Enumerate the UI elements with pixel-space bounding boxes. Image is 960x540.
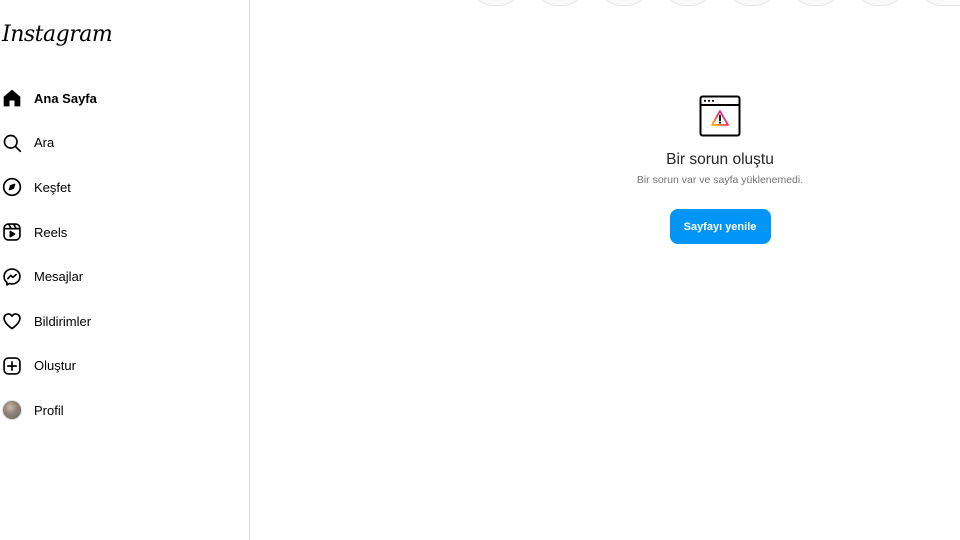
compass-icon xyxy=(1,176,23,198)
sidebar-item-home[interactable]: Ana Sayfa xyxy=(0,76,249,121)
reels-icon xyxy=(1,221,23,243)
error-subtitle: Bir sorun var ve sayfa yüklenemedi. xyxy=(636,174,804,186)
story-item[interactable] xyxy=(788,0,844,6)
avatar xyxy=(1,399,23,421)
error-title: Bir sorun oluştu xyxy=(666,151,774,168)
story-item[interactable] xyxy=(468,0,524,6)
sidebar-item-label: Ana Sayfa xyxy=(34,90,97,106)
sidebar-item-search[interactable]: Ara xyxy=(0,121,249,166)
sidebar-item-label: Ara xyxy=(34,135,55,151)
plus-square-icon xyxy=(1,355,23,377)
heart-icon xyxy=(1,310,23,332)
sidebar-nav: Ana Sayfa Ara Keşfet Reels Mesajlar Bild… xyxy=(0,76,249,433)
browser-warning-icon xyxy=(699,95,741,137)
sidebar-item-label: Keşfet xyxy=(34,179,71,195)
sidebar-item-profile[interactable]: Profil xyxy=(0,388,249,433)
profile-avatar xyxy=(2,400,22,421)
search-icon xyxy=(1,132,23,154)
sidebar-item-label: Bildirimler xyxy=(34,313,92,329)
story-item[interactable] xyxy=(916,0,960,6)
story-item[interactable] xyxy=(660,0,716,6)
home-icon xyxy=(1,87,23,109)
story-item[interactable] xyxy=(852,0,908,6)
error-panel: Bir sorun oluştu Bir sorun var ve sayfa … xyxy=(560,95,880,244)
sidebar-item-messages[interactable]: Mesajlar xyxy=(0,254,249,299)
story-item[interactable] xyxy=(596,0,652,6)
sidebar-item-label: Mesajlar xyxy=(34,269,84,285)
sidebar-item-label: Oluştur xyxy=(34,358,76,374)
sidebar-item-create[interactable]: Oluştur xyxy=(0,344,249,389)
sidebar-item-reels[interactable]: Reels xyxy=(0,210,249,255)
messenger-icon xyxy=(1,266,23,288)
reload-page-button[interactable]: Sayfayı yenile xyxy=(669,209,771,244)
sidebar: Instagram Ana Sayfa Ara Keşfet Reels Mes… xyxy=(0,0,250,540)
instagram-logo[interactable]: Instagram xyxy=(2,22,113,47)
sidebar-item-label: Reels xyxy=(34,224,68,240)
app-root: Instagram Ana Sayfa Ara Keşfet Reels Mes… xyxy=(0,0,960,540)
sidebar-item-explore[interactable]: Keşfet xyxy=(0,165,249,210)
story-item[interactable] xyxy=(724,0,780,6)
story-item[interactable] xyxy=(532,0,588,6)
sidebar-item-notifications[interactable]: Bildirimler xyxy=(0,299,249,344)
sidebar-item-label: Profil xyxy=(34,402,64,418)
